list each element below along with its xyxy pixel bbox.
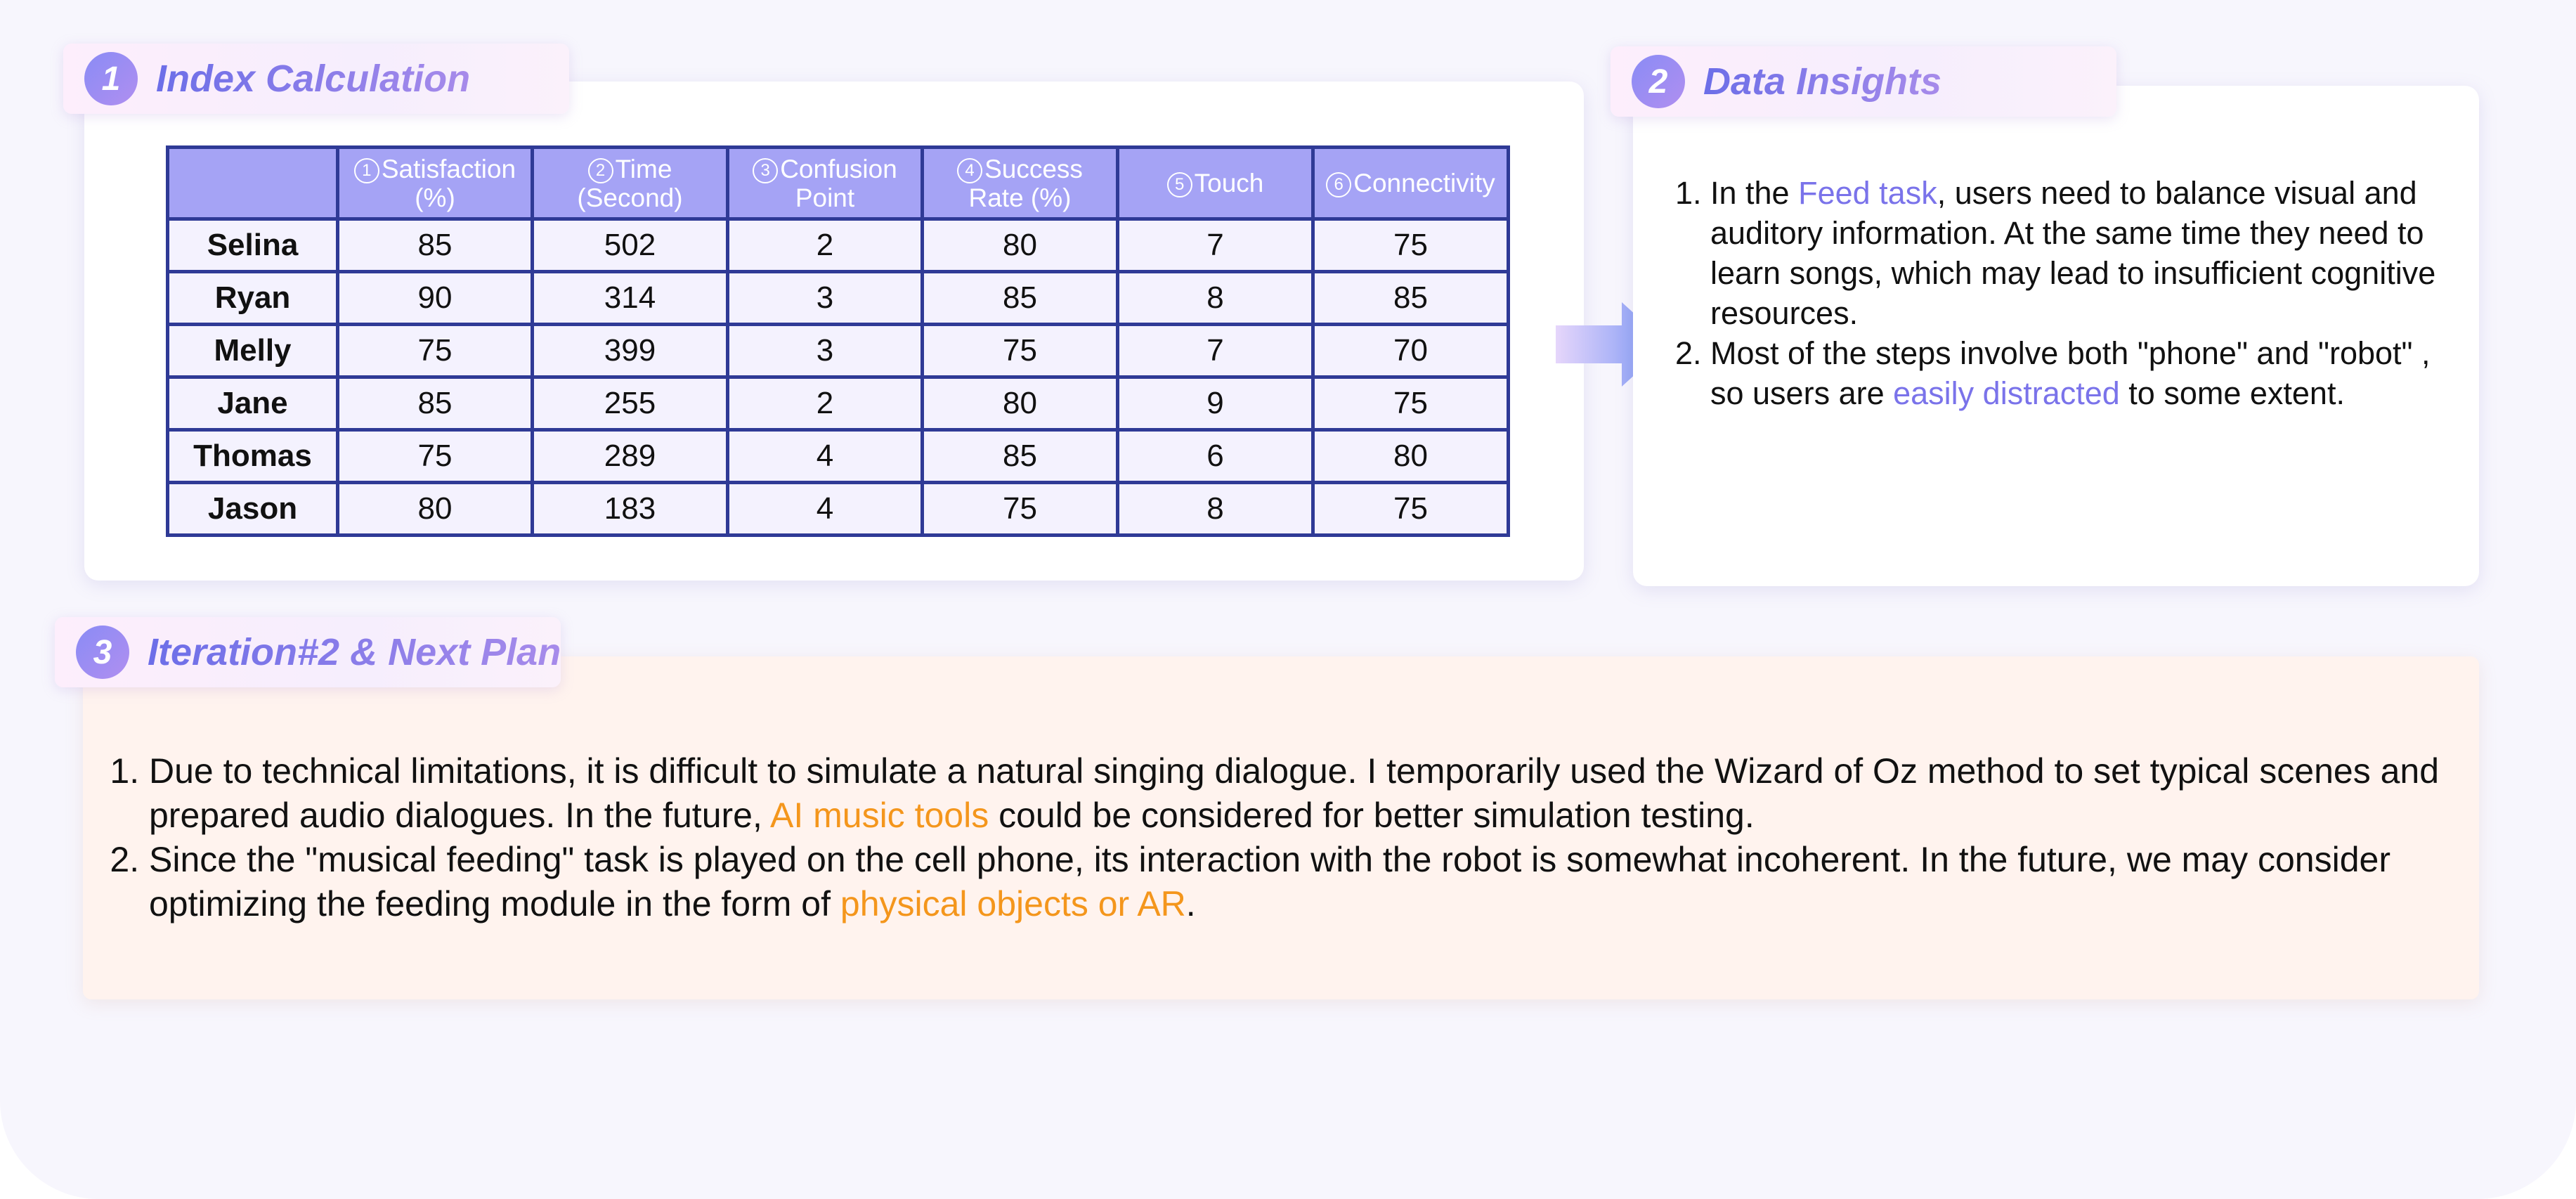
section-number-badge: 2 [1632, 55, 1685, 108]
table-cell: 2 [726, 217, 924, 273]
table-cell: 75 [336, 323, 534, 379]
column-header-line2: Rate (%) [968, 183, 1072, 212]
table-cell: 75 [921, 323, 1119, 379]
participant-name: Jane [166, 375, 339, 432]
column-header: 2 Time (Second) [531, 145, 729, 221]
table-cell: 6 [1116, 428, 1315, 484]
highlight-text: Feed task [1798, 175, 1937, 211]
table-cell: 3 [726, 323, 924, 379]
item-text: . [1185, 884, 1196, 923]
circled-number-icon: 3 [753, 157, 779, 183]
table-header-blank [166, 145, 339, 221]
participant-name: Jason [166, 481, 339, 537]
participant-name: Thomas [166, 428, 339, 484]
highlight-text: AI music tools [769, 796, 989, 835]
table-cell: 399 [531, 323, 729, 379]
page-background: 1 Index Calculation 1 Satisfaction (%) 2 Ti… [0, 0, 2576, 1199]
table-cell: 85 [336, 375, 534, 432]
list-item: In the Feed task, users need to balance … [1710, 173, 2465, 333]
column-header-line1: Confusion [780, 154, 897, 183]
column-header-line2: (Second) [577, 183, 683, 212]
table-cell: 75 [1311, 481, 1510, 537]
table-row: Jane 85 255 2 80 9 75 [166, 375, 1510, 432]
column-header: 3 Confusion Point [726, 145, 924, 221]
item-text: to some extent. [2119, 375, 2345, 411]
table-cell: 7 [1116, 217, 1315, 273]
table-cell: 7 [1116, 323, 1315, 379]
item-text: In the [1710, 175, 1799, 211]
table-cell: 85 [921, 270, 1119, 326]
item-text: Since the "musical feeding" task is play… [149, 840, 2390, 923]
table-cell: 183 [531, 481, 729, 537]
participant-name: Melly [166, 323, 339, 379]
section-3-tag: 3 Iteration#2 & Next Plan [55, 617, 561, 687]
table-cell: 2 [726, 375, 924, 432]
table-cell: 75 [336, 428, 534, 484]
table-row: Ryan 90 314 3 85 8 85 [166, 270, 1510, 326]
table-cell: 85 [921, 428, 1119, 484]
insights-list: In the Feed task, users need to balance … [1671, 173, 2465, 413]
table-row: Selina 85 502 2 80 7 75 [166, 217, 1510, 273]
table-cell: 289 [531, 428, 729, 484]
highlight-text: physical objects or AR [840, 884, 1186, 923]
table-cell: 80 [336, 481, 534, 537]
list-item: Since the "musical feeding" task is play… [149, 838, 2480, 926]
table-row: Melly 75 399 3 75 7 70 [166, 323, 1510, 379]
circled-number-icon: 4 [957, 157, 983, 183]
circled-number-icon: 6 [1326, 172, 1352, 197]
circled-number-icon: 1 [353, 157, 379, 183]
item-text: could be considered for better simulatio… [989, 796, 1755, 835]
table-cell: 75 [1311, 217, 1510, 273]
table-cell: 8 [1116, 481, 1315, 537]
column-header-line2: Point [795, 183, 855, 212]
table-cell: 4 [726, 481, 924, 537]
column-header-line1: Success [984, 154, 1083, 183]
section-1-tag: 1 Index Calculation [63, 44, 569, 114]
section-title: Index Calculation [156, 58, 471, 100]
circled-number-icon: 5 [1166, 172, 1192, 197]
table-cell: 90 [336, 270, 534, 326]
table-cell: 75 [1311, 375, 1510, 432]
list-item: Due to technical limitations, it is diff… [149, 749, 2480, 838]
column-header-line1: Touch [1194, 169, 1264, 197]
table-cell: 502 [531, 217, 729, 273]
table-header-row: 1 Satisfaction (%) 2 Time (Second) 3 Confusio… [166, 145, 1510, 221]
table-cell: 70 [1311, 323, 1510, 379]
column-header: 1 Satisfaction (%) [336, 145, 534, 221]
table-cell: 85 [1311, 270, 1510, 326]
table-row: Jason 80 183 4 75 8 75 [166, 481, 1510, 537]
index-table: 1 Satisfaction (%) 2 Time (Second) 3 Confusio… [166, 145, 1510, 537]
highlight-text: easily distracted [1893, 375, 2120, 411]
column-header-line1: Connectivity [1353, 169, 1495, 197]
table-cell: 80 [921, 217, 1119, 273]
table-cell: 85 [336, 217, 534, 273]
column-header: 5 Touch [1116, 145, 1315, 221]
table-cell: 75 [921, 481, 1119, 537]
table-cell: 4 [726, 428, 924, 484]
section-title: Data Insights [1703, 60, 1942, 103]
column-header-line2: (%) [415, 183, 455, 212]
section-2-tag: 2 Data Insights [1611, 46, 2116, 117]
section-title: Iteration#2 & Next Plan [148, 631, 561, 673]
circled-number-icon: 2 [587, 157, 613, 183]
plan-list: Due to technical limitations, it is diff… [105, 749, 2480, 926]
table-cell: 255 [531, 375, 729, 432]
participant-name: Ryan [166, 270, 339, 326]
list-item: Most of the steps involve both "phone" a… [1710, 333, 2465, 413]
table-cell: 9 [1116, 375, 1315, 432]
table-cell: 3 [726, 270, 924, 326]
column-header: 6 Connectivity [1311, 145, 1510, 221]
column-header: 4 Success Rate (%) [921, 145, 1119, 221]
column-header-line1: Satisfaction [381, 154, 516, 183]
table-cell: 80 [921, 375, 1119, 432]
table-row: Thomas 75 289 4 85 6 80 [166, 428, 1510, 484]
participant-name: Selina [166, 217, 339, 273]
section-number-badge: 3 [76, 626, 129, 679]
section-number-badge: 1 [84, 52, 138, 105]
table-cell: 80 [1311, 428, 1510, 484]
table-cell: 8 [1116, 270, 1315, 326]
table-cell: 314 [531, 270, 729, 326]
column-header-line1: Time [615, 154, 672, 183]
